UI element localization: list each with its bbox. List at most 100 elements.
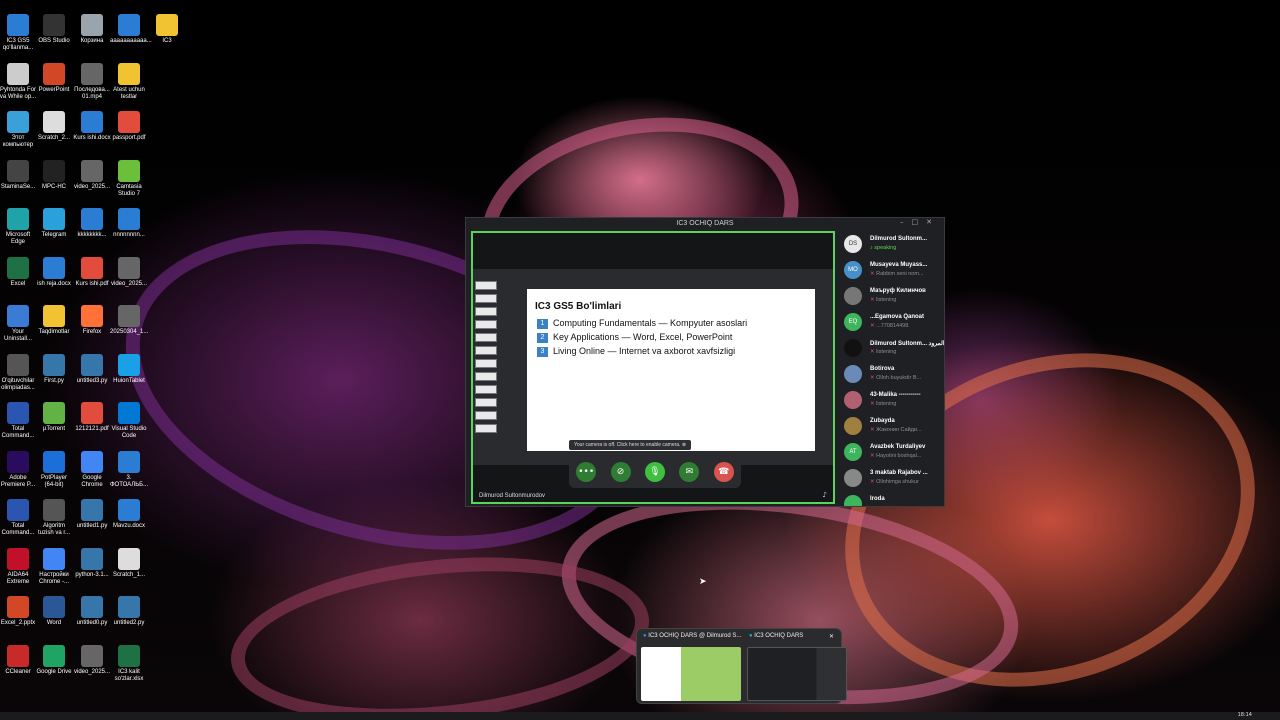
desktop-icon[interactable]: Visual Studio Code bbox=[110, 402, 148, 440]
participant-row[interactable]: 3 maktab Rajabov ... ✕ Ollohimga shukur bbox=[840, 466, 944, 492]
camera-off-message[interactable]: Your camera is off. Click here to enable… bbox=[574, 442, 680, 448]
chat-button[interactable]: ✉ bbox=[679, 462, 700, 482]
desktop-icon[interactable]: Pyhtonda For va While op... bbox=[0, 62, 37, 101]
participant-row[interactable]: Dilmurod Sultonm... المرود ✕ listening bbox=[840, 336, 944, 362]
slide-thumbnail bbox=[475, 385, 497, 394]
desktop-icon[interactable]: Настройки Chrome -... bbox=[35, 547, 73, 586]
participants-list[interactable]: DS Dilmurod Sultonm... ♪ speaking MO Musayev… bbox=[840, 232, 944, 506]
desktop-icon[interactable]: AIDA64 Extreme bbox=[0, 547, 37, 586]
desktop-icon[interactable]: Telegram bbox=[35, 208, 73, 239]
participant-row[interactable]: DS Dilmurod Sultonm... ♪ speaking bbox=[840, 232, 944, 258]
preview-title: IC3 OCHIQ DARS @ Dilmurod S... bbox=[648, 633, 742, 639]
hang-up-icon: ☎ bbox=[718, 467, 730, 477]
video-file-icon bbox=[118, 305, 140, 327]
desktop-icon[interactable]: python-3.1... bbox=[73, 547, 111, 579]
participant-row[interactable]: MO Musayeva Muyass... ✕ Rabbim seni nom... bbox=[840, 258, 944, 284]
desktop-icon[interactable]: Google Drive bbox=[35, 644, 73, 676]
end-call-button[interactable]: ☎ bbox=[713, 462, 734, 482]
preview-thumbnail[interactable] bbox=[641, 647, 741, 701]
desktop-icon[interactable]: video_2025... bbox=[73, 159, 111, 191]
desktop-icon[interactable]: µTorrent bbox=[35, 402, 73, 433]
desktop-icon[interactable]: kkkkkkkk... bbox=[73, 208, 111, 239]
desktop-icon[interactable]: Kurs ishi.pdf bbox=[73, 256, 111, 288]
desktop-icon[interactable]: Adobe Premiere P... bbox=[0, 450, 37, 489]
close-icon[interactable]: ✕ bbox=[829, 633, 834, 640]
desktop-icon[interactable]: Excel bbox=[0, 256, 37, 288]
desktop-icon[interactable]: PotPlayer (64-bit) bbox=[35, 450, 73, 489]
desktop-icon[interactable]: ish reja.docx bbox=[35, 256, 73, 288]
desktop-icon[interactable]: Your Uninstall... bbox=[0, 305, 37, 343]
more-options-button[interactable]: ••• bbox=[576, 462, 597, 482]
desktop-icon[interactable]: Algoritm tuzish va r... bbox=[35, 499, 73, 537]
desktop-icon[interactable]: passport.pdf bbox=[110, 111, 148, 142]
participant-row[interactable]: Маъруф Килинчов ✕ listening bbox=[840, 284, 944, 310]
word-doc-icon bbox=[118, 208, 140, 230]
desktop-icon[interactable]: First.py bbox=[35, 353, 73, 385]
desktop-icon[interactable]: 1212121.pdf bbox=[73, 402, 111, 433]
desktop-icon[interactable]: MPC-HC bbox=[35, 159, 73, 191]
close-icon[interactable]: ⊗ bbox=[682, 442, 686, 448]
desktop-icon[interactable]: IC3 kalit so'zlar.xlsx bbox=[110, 644, 148, 683]
desktop-icon[interactable]: Kurs ishi.docx bbox=[73, 111, 111, 142]
participant-row[interactable]: AT Avazbek Turdaliyev ✕ Hayotini boshqal..… bbox=[840, 440, 944, 466]
desktop-icon[interactable]: PowerPoint bbox=[35, 62, 73, 94]
desktop-icon-label: PowerPoint bbox=[38, 86, 70, 93]
word-doc-icon bbox=[118, 14, 140, 36]
desktop-icon[interactable]: IC3 bbox=[148, 14, 186, 45]
desktop-icon[interactable]: Этот компьютер bbox=[0, 111, 37, 149]
window-controls[interactable]: –□✕ bbox=[900, 218, 940, 226]
desktop-icon[interactable]: video_2025... bbox=[73, 644, 111, 676]
participant-row[interactable]: EQ ...Egamova Qanoat ✕ ...770814498. bbox=[840, 310, 944, 336]
desktop-icon[interactable]: nnnnnnnn... bbox=[110, 208, 148, 239]
camera-off-toast[interactable]: Your camera is off. Click here to enable… bbox=[569, 440, 692, 450]
desktop-icon[interactable]: Taqdimotlar bbox=[35, 305, 73, 336]
desktop-icon[interactable]: 3. ФОТОАЛЬБ... bbox=[110, 450, 148, 489]
desktop-icon[interactable]: IC3 GS5 qo'llanma... bbox=[0, 14, 37, 52]
desktop-icon[interactable]: Последова... 01.mp4 bbox=[73, 62, 111, 101]
minimize-icon[interactable]: – bbox=[900, 218, 912, 226]
desktop-icon[interactable]: Firefox bbox=[73, 305, 111, 336]
desktop-icon-label: IC3 GS5 qo'llanma... bbox=[2, 38, 34, 51]
video-file-icon bbox=[81, 159, 103, 182]
desktop-icon[interactable]: Google Chrome bbox=[73, 450, 111, 489]
desktop-icon[interactable]: video_2025... bbox=[110, 256, 148, 288]
desktop-icon[interactable]: OBS Studio bbox=[35, 14, 73, 45]
desktop-icon-label: Этот компьютер bbox=[2, 135, 34, 148]
desktop-icon[interactable]: 20250304_1... bbox=[110, 305, 148, 336]
desktop-icon[interactable]: StaminaSe... bbox=[0, 159, 37, 191]
desktop-icon[interactable]: Atest uchun testlar bbox=[110, 62, 148, 101]
participant-name: 43-Malika ----------- bbox=[870, 392, 921, 398]
taskbar-preview[interactable]: ● IC3 OCHIQ DARS @ Dilmurod S... ● IC3 O… bbox=[636, 628, 847, 704]
desktop-icon[interactable]: Word bbox=[35, 596, 73, 627]
desktop-icon[interactable]: untitled0.py bbox=[73, 596, 111, 627]
desktop-icon[interactable]: Excel_2.pptx bbox=[0, 596, 37, 627]
participant-row[interactable]: 43-Malika ----------- ✕ listening bbox=[840, 388, 944, 414]
preview-item-telegram[interactable]: ● IC3 OCHIQ DARS bbox=[749, 633, 803, 639]
desktop-icon[interactable]: Mavzu.docx bbox=[110, 499, 148, 530]
desktop-icon[interactable]: O'qituvchilar olimpiadas... bbox=[0, 353, 37, 392]
desktop-icon[interactable]: Корзина bbox=[73, 14, 111, 45]
camera-toggle-button[interactable]: ⊘ bbox=[610, 462, 631, 482]
desktop-icon[interactable]: Camtasia Studio 7 bbox=[110, 159, 148, 198]
desktop-icon[interactable]: untitled3.py bbox=[73, 353, 111, 385]
close-icon[interactable]: ✕ bbox=[926, 218, 940, 226]
microphone-toggle-button[interactable]: 🎙 bbox=[644, 462, 665, 482]
participant-row[interactable]: Botirova ✕ Olloh buyukdir B... bbox=[840, 362, 944, 388]
desktop-icon[interactable]: HuionTablet bbox=[110, 353, 148, 385]
desktop-icon[interactable]: Total Command... bbox=[0, 402, 37, 440]
desktop-icon[interactable]: untitled1.py bbox=[73, 499, 111, 530]
preview-item-browser[interactable]: ● IC3 OCHIQ DARS @ Dilmurod S... bbox=[643, 633, 741, 639]
maximize-icon[interactable]: □ bbox=[912, 218, 927, 226]
desktop-icon[interactable]: ааааааааааа... bbox=[110, 14, 152, 45]
desktop-icon[interactable]: CCleaner bbox=[0, 644, 37, 676]
main-video-stage[interactable]: IC3 GS5 Bo'limlari 1 Computing Fundamenta… bbox=[471, 231, 835, 504]
desktop-icon[interactable]: Total Command... bbox=[0, 499, 37, 537]
preview-thumbnail[interactable] bbox=[747, 647, 847, 701]
desktop-icon[interactable]: Scratch_2... bbox=[35, 111, 73, 142]
desktop-icon[interactable]: untitled2.py bbox=[110, 596, 148, 627]
participant-row[interactable]: Iroda bbox=[840, 492, 944, 506]
meeting-window[interactable]: IC3 OCHIQ DARS –□✕ IC3 GS5 Bo'limlari 1 … bbox=[465, 217, 945, 507]
participant-row[interactable]: Zubayda ✕ Жаконин Сайди... bbox=[840, 414, 944, 440]
desktop-icon[interactable]: Scratch_1... bbox=[110, 547, 148, 579]
desktop-icon[interactable]: Microsoft Edge bbox=[0, 208, 37, 246]
